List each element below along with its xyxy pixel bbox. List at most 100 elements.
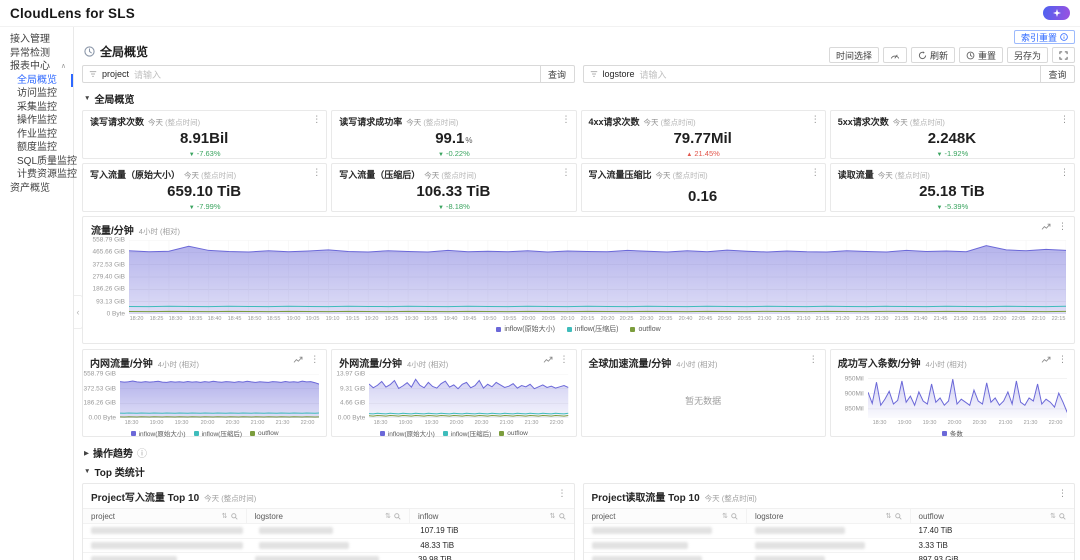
drilldown-icon[interactable] [1041, 356, 1051, 364]
legend-item[interactable]: inflow(原始大小) [131, 428, 186, 438]
legend-item[interactable]: outflow [250, 428, 279, 438]
redacted-text-block [259, 542, 349, 549]
sidebar-item-作业监控[interactable]: 作业监控 [0, 128, 73, 142]
fullscreen-button[interactable] [1052, 47, 1075, 63]
legend-item[interactable]: inflow(原始大小) [496, 324, 555, 334]
metric-cards-row-1: 读写请求次数 今天 (整点时间) ⋮ 8.91Bil ▼-7.63% 读写请求成… [82, 110, 1075, 159]
more-icon[interactable]: ⋮ [558, 489, 567, 498]
drilldown-icon[interactable] [293, 356, 303, 364]
refresh-button[interactable]: 刷新 [911, 47, 955, 63]
column-header-project[interactable]: project⇅ [584, 509, 748, 523]
more-icon[interactable]: ⋮ [1060, 114, 1069, 125]
column-header-logstore[interactable]: logstore⇅ [747, 509, 911, 523]
project-search-button[interactable]: 查询 [541, 65, 575, 83]
column-search-icon[interactable] [731, 513, 738, 520]
metric-value: 8.91Bil [90, 131, 319, 149]
more-icon[interactable]: ⋮ [1060, 167, 1069, 178]
more-icon[interactable]: ⋮ [312, 114, 321, 125]
logstore-filter-input[interactable]: logstore 请输入 [583, 65, 1042, 83]
more-icon[interactable]: ⋮ [809, 355, 818, 364]
column-search-icon[interactable] [231, 513, 238, 520]
legend-item[interactable]: outflow [630, 324, 660, 334]
x-tick-label: 19:10 [326, 316, 340, 322]
section-top-stats[interactable]: ▼ Top 类统计 [84, 464, 1075, 479]
x-tick-label: 18:25 [149, 316, 163, 322]
legend-item[interactable]: outflow [499, 428, 528, 438]
chart-plot-area[interactable] [369, 374, 568, 418]
chart-plot-area[interactable] [120, 374, 319, 418]
more-icon[interactable]: ⋮ [310, 355, 319, 364]
sort-icon[interactable]: ⇅ [550, 512, 556, 520]
table-row[interactable]: 39.98 TiB [83, 552, 574, 560]
legend-item[interactable]: inflow(压缩后) [567, 324, 619, 334]
table-row[interactable]: 3.33 TiB [584, 538, 1075, 553]
column-header-inflow[interactable]: inflow⇅ [410, 509, 574, 523]
column-header-outflow[interactable]: outflow⇅ [911, 509, 1075, 523]
project-filter-input[interactable]: project 请输入 [82, 65, 541, 83]
x-tick-label: 21:45 [934, 316, 948, 322]
table-row[interactable]: 897.93 GiB [584, 552, 1075, 560]
column-search-icon[interactable] [394, 513, 401, 520]
y-axis-labels: 558.79 GiB372.53 GiB186.26 GiB0.00 Byte [90, 374, 120, 418]
sidebar-item-全局概览[interactable]: 全局概览 [0, 74, 73, 88]
sort-icon[interactable]: ⇅ [722, 512, 728, 520]
drilldown-icon[interactable] [1041, 223, 1051, 231]
chevron-up-icon[interactable]: ∧ [61, 60, 66, 74]
sidebar-item-异常检测[interactable]: 异常检测 [0, 47, 73, 61]
auto-refresh-gauge-button[interactable] [883, 47, 907, 63]
ai-assistant-button[interactable] [1043, 6, 1070, 20]
sidebar-item-采集监控[interactable]: 采集监控 [0, 101, 73, 115]
legend-item[interactable]: inflow(原始大小) [380, 428, 435, 438]
more-icon[interactable]: ⋮ [1058, 355, 1067, 364]
legend-item[interactable]: inflow(压缩后) [443, 428, 491, 438]
x-tick-label: 20:15 [581, 316, 595, 322]
table-row[interactable]: 48.33 TiB [83, 538, 574, 553]
sidebar-item-访问监控[interactable]: 访问监控 [0, 87, 73, 101]
more-icon[interactable]: ⋮ [811, 167, 820, 178]
sidebar-item-label: SQL质量监控 [17, 156, 77, 167]
sort-icon[interactable]: ⇅ [222, 512, 228, 520]
chart-plot-area[interactable] [868, 374, 1067, 418]
index-reset-button[interactable]: 索引重置 [1014, 30, 1075, 44]
column-search-icon[interactable] [895, 513, 902, 520]
sidebar-item-接入管理[interactable]: 接入管理 [0, 33, 73, 47]
more-icon[interactable]: ⋮ [560, 355, 569, 364]
sidebar-item-资产概览[interactable]: 资产概览 [0, 182, 73, 196]
drilldown-icon[interactable] [543, 356, 553, 364]
more-icon[interactable]: ⋮ [312, 167, 321, 178]
column-header-project[interactable]: project⇅ [83, 509, 247, 523]
more-icon[interactable]: ⋮ [1058, 222, 1067, 231]
sort-icon[interactable]: ⇅ [1050, 512, 1056, 520]
sidebar-item-操作监控[interactable]: 操作监控 [0, 114, 73, 128]
metric-delta: ▼-7.63% [90, 149, 319, 158]
sidebar-item-报表中心[interactable]: 报表中心∧ [0, 60, 73, 74]
more-icon[interactable]: ⋮ [1058, 489, 1067, 498]
more-icon[interactable]: ⋮ [562, 114, 571, 125]
table-row[interactable]: 107.19 TiB [83, 523, 574, 538]
filter-icon [89, 70, 97, 78]
chart-title: 全球加速流量/分钟 [589, 355, 672, 370]
chart-plot-area[interactable] [129, 240, 1066, 314]
sidebar-item-计费资源监控[interactable]: 计费资源监控 [0, 168, 73, 182]
legend-item[interactable]: 条数 [942, 428, 963, 438]
sort-icon[interactable]: ⇅ [886, 512, 892, 520]
column-header-logstore[interactable]: logstore⇅ [247, 509, 411, 523]
more-icon[interactable]: ⋮ [811, 114, 820, 125]
save-as-button[interactable]: 另存为 [1007, 47, 1048, 63]
time-select-button[interactable]: 时间选择 [829, 47, 879, 63]
sidebar-item-SQL质量监控[interactable]: SQL质量监控 [0, 155, 73, 169]
legend-item[interactable]: inflow(压缩后) [194, 428, 242, 438]
column-search-icon[interactable] [559, 513, 566, 520]
reset-button[interactable]: 重置 [959, 47, 1003, 63]
sort-icon[interactable]: ⇅ [385, 512, 391, 520]
more-icon[interactable]: ⋮ [562, 167, 571, 178]
column-search-icon[interactable] [1059, 513, 1066, 520]
x-tick-label: 22:00 [550, 420, 564, 426]
logstore-search-button[interactable]: 查询 [1041, 65, 1075, 83]
section-overview[interactable]: ▼ 全局概览 [84, 91, 1075, 106]
table-row[interactable]: 17.40 TiB [584, 523, 1075, 538]
section-op-trend[interactable]: ▶ 操作趋势 ⓘ [84, 445, 1075, 460]
sidebar-item-label: 计费资源监控 [17, 169, 77, 180]
y-tick-label: 558.79 GiB [83, 371, 116, 378]
sidebar-item-额度监控[interactable]: 额度监控 [0, 141, 73, 155]
